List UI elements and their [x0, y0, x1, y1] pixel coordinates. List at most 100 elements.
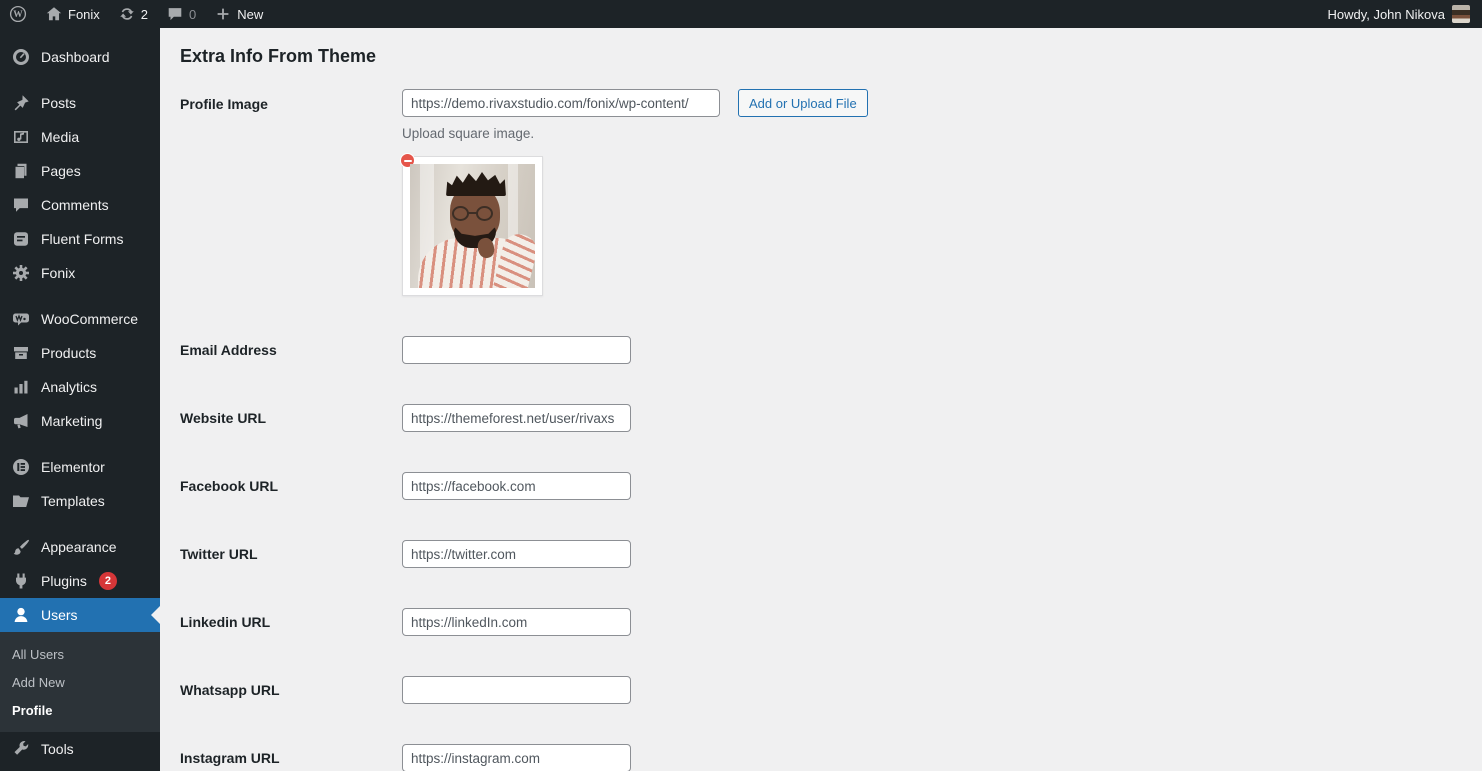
user-icon — [11, 605, 31, 625]
form-row-profile-image: Profile Image Add or Upload File Upload … — [180, 89, 1462, 296]
sidebar-item-users[interactable]: Users — [0, 598, 160, 632]
submenu-item-profile[interactable]: Profile — [0, 696, 160, 724]
sidebar-item-label: Tools — [41, 741, 74, 757]
website-url-label: Website URL — [180, 410, 402, 426]
sidebar-item-label: Plugins — [41, 573, 87, 589]
sidebar-item-fonix[interactable]: Fonix — [0, 256, 160, 290]
facebook-url-label: Facebook URL — [180, 478, 402, 494]
fluent-forms-icon — [11, 229, 31, 249]
site-name-label: Fonix — [68, 7, 100, 22]
instagram-url-input[interactable] — [402, 744, 631, 771]
sidebar-item-label: Elementor — [41, 459, 105, 475]
sidebar-item-label: Fonix — [41, 265, 75, 281]
comments-count: 0 — [189, 7, 196, 22]
submenu-label: Add New — [12, 675, 65, 690]
form-row-linkedin: Linkedin URL — [180, 608, 1462, 636]
howdy-text: Howdy, John Nikova — [1327, 7, 1445, 22]
sidebar-item-woocommerce[interactable]: WooCommerce — [0, 302, 160, 336]
website-url-input[interactable] — [402, 404, 631, 432]
email-label: Email Address — [180, 342, 402, 358]
sidebar-item-elementor[interactable]: Elementor — [0, 450, 160, 484]
brush-icon — [11, 537, 31, 557]
user-avatar — [1452, 5, 1470, 23]
form-row-twitter: Twitter URL — [180, 540, 1462, 568]
add-or-upload-file-button[interactable]: Add or Upload File — [738, 89, 868, 117]
plugin-icon — [11, 571, 31, 591]
sidebar-item-label: Products — [41, 345, 96, 361]
form-row-instagram: Instagram URL — [180, 744, 1462, 771]
sidebar-item-marketing[interactable]: Marketing — [0, 404, 160, 438]
sidebar-item-pages[interactable]: Pages — [0, 154, 160, 188]
instagram-url-label: Instagram URL — [180, 750, 402, 766]
comments-icon — [11, 195, 31, 215]
whatsapp-url-label: Whatsapp URL — [180, 682, 402, 698]
woocommerce-icon — [11, 309, 31, 329]
sidebar-item-tools[interactable]: Tools — [0, 732, 160, 766]
form-row-facebook: Facebook URL — [180, 472, 1462, 500]
sidebar-item-comments[interactable]: Comments — [0, 188, 160, 222]
submenu-item-add-new[interactable]: Add New — [0, 668, 160, 696]
media-icon — [11, 127, 31, 147]
comments-menu[interactable]: 0 — [157, 0, 205, 28]
profile-photo — [410, 164, 535, 288]
svg-text:W: W — [13, 10, 23, 20]
profile-image-help-text: Upload square image. — [402, 126, 868, 141]
dashboard-icon — [11, 47, 31, 67]
whatsapp-url-input[interactable] — [402, 676, 631, 704]
linkedin-url-label: Linkedin URL — [180, 614, 402, 630]
linkedin-url-input[interactable] — [402, 608, 631, 636]
submenu-label: All Users — [12, 647, 64, 662]
updates-menu[interactable]: 2 — [109, 0, 157, 28]
sidebar-item-dashboard[interactable]: Dashboard — [0, 40, 160, 74]
sidebar-item-label: Dashboard — [41, 49, 110, 65]
sidebar-item-media[interactable]: Media — [0, 120, 160, 154]
sidebar-item-analytics[interactable]: Analytics — [0, 370, 160, 404]
gear-icon — [11, 263, 31, 283]
new-content-menu[interactable]: New — [205, 0, 272, 28]
sidebar-item-label: Marketing — [41, 413, 102, 429]
form-row-website: Website URL — [180, 404, 1462, 432]
folder-icon — [11, 491, 31, 511]
home-icon — [45, 5, 63, 23]
site-name-menu[interactable]: Fonix — [36, 0, 109, 28]
admin-sidebar: Dashboard Posts Media Pages Comments — [0, 28, 160, 771]
form-row-whatsapp: Whatsapp URL — [180, 676, 1462, 704]
sidebar-item-appearance[interactable]: Appearance — [0, 530, 160, 564]
profile-image-preview — [402, 156, 543, 296]
wordpress-logo-icon: W — [9, 5, 27, 23]
profile-image-url-input[interactable] — [402, 89, 720, 117]
wordpress-logo-menu[interactable]: W — [0, 0, 36, 28]
submenu-label: Profile — [12, 703, 52, 718]
sidebar-item-label: Pages — [41, 163, 81, 179]
sidebar-item-label: Appearance — [41, 539, 117, 555]
sidebar-item-label: Comments — [41, 197, 109, 213]
wrench-icon — [11, 739, 31, 759]
submenu-item-all-users[interactable]: All Users — [0, 640, 160, 668]
updates-count: 2 — [141, 7, 148, 22]
sidebar-item-label: Posts — [41, 95, 76, 111]
sidebar-item-label: WooCommerce — [41, 311, 138, 327]
pages-icon — [11, 161, 31, 181]
sidebar-item-plugins[interactable]: Plugins 2 — [0, 564, 160, 598]
sidebar-item-products[interactable]: Products — [0, 336, 160, 370]
email-input[interactable] — [402, 336, 631, 364]
sidebar-item-label: Users — [41, 607, 78, 623]
facebook-url-input[interactable] — [402, 472, 631, 500]
profile-extra-info-section: Extra Info From Theme Profile Image Add … — [160, 28, 1482, 771]
account-menu[interactable]: Howdy, John Nikova — [1327, 0, 1482, 28]
new-label: New — [237, 7, 263, 22]
pin-icon — [11, 93, 31, 113]
elementor-icon — [11, 457, 31, 477]
twitter-url-input[interactable] — [402, 540, 631, 568]
updates-icon — [118, 5, 136, 23]
sidebar-item-label: Analytics — [41, 379, 97, 395]
megaphone-icon — [11, 411, 31, 431]
sidebar-item-fluent-forms[interactable]: Fluent Forms — [0, 222, 160, 256]
sidebar-item-templates[interactable]: Templates — [0, 484, 160, 518]
form-row-email: Email Address — [180, 336, 1462, 364]
sidebar-item-label: Media — [41, 129, 79, 145]
sidebar-item-label: Fluent Forms — [41, 231, 123, 247]
comment-bubble-icon — [166, 5, 184, 23]
sidebar-item-posts[interactable]: Posts — [0, 86, 160, 120]
admin-bar: W Fonix 2 0 New Howdy, — [0, 0, 1482, 28]
